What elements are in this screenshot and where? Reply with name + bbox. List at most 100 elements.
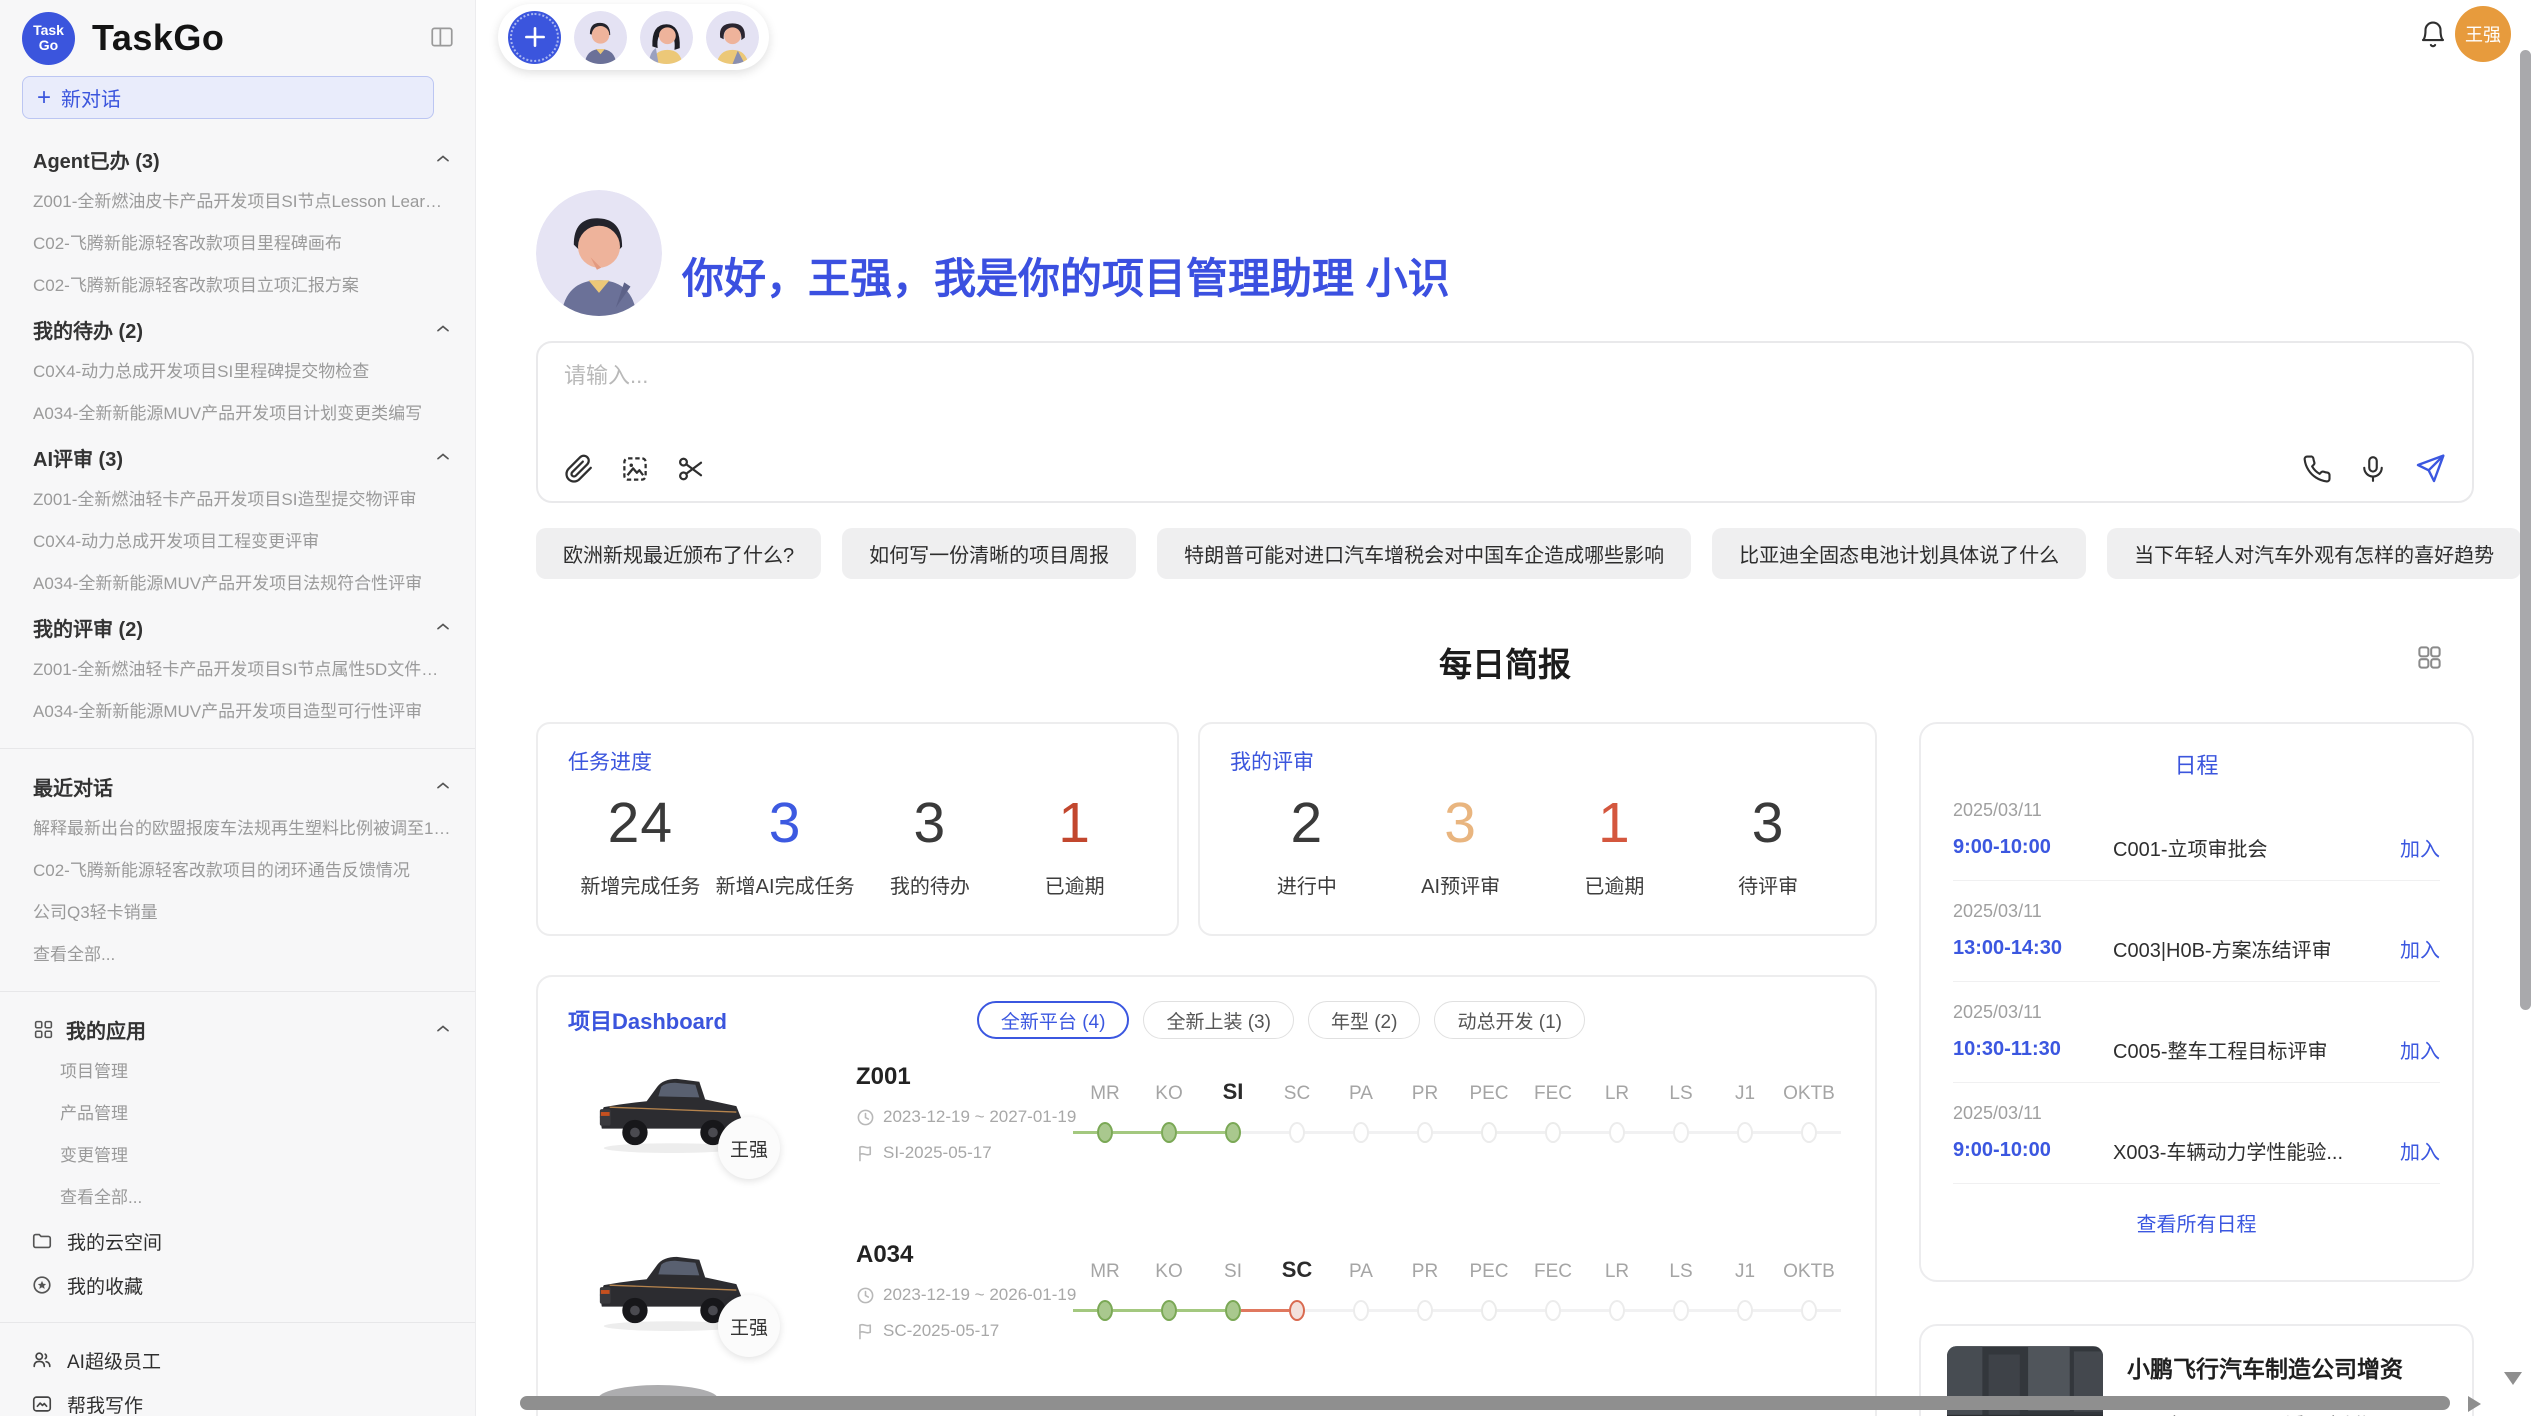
- stat-label: 待评审: [1691, 870, 1845, 899]
- chevron-up-icon[interactable]: [433, 776, 453, 802]
- sidebar-item-ai-super-staff[interactable]: AI超级员工: [0, 1338, 475, 1382]
- suggestion-chip[interactable]: 比亚迪全固态电池计划具体说了什么: [1712, 528, 2086, 579]
- list-item[interactable]: 解释最新出台的欧盟报废车法规再生塑料比例被调至15%...: [0, 808, 475, 850]
- list-item[interactable]: C0X4-动力总成开发项目SI里程碑提交物检查: [0, 351, 475, 393]
- scroll-right-arrow[interactable]: [2468, 1396, 2481, 1412]
- add-agent-button[interactable]: [508, 11, 561, 64]
- stat: 3 AI预评审: [1384, 790, 1538, 899]
- chat-input[interactable]: [564, 363, 2446, 389]
- stat-value: 3: [858, 790, 1003, 856]
- list-item[interactable]: C0X4-动力总成开发项目工程变更评审: [0, 521, 475, 563]
- milestone-MR: MR: [1073, 1077, 1137, 1147]
- project-row[interactable]: 王强 Z001 2023-12-19 ~ 2027-01-19 SI-2025-…: [568, 1055, 1845, 1217]
- sidebar-item-change-mgmt[interactable]: 变更管理: [0, 1135, 475, 1177]
- list-item[interactable]: Z001-全新燃油皮卡产品开发项目SI节点Lesson Learn报告: [0, 181, 475, 223]
- section-ai-review[interactable]: AI评审 (3): [0, 435, 475, 479]
- milestone-PEC: PEC: [1457, 1255, 1521, 1325]
- list-item[interactable]: C02-飞腾新能源轻客改款项目立项汇报方案: [0, 265, 475, 307]
- vertical-scrollbar[interactable]: [2520, 50, 2531, 1010]
- section-my-apps[interactable]: 我的应用: [0, 1007, 475, 1051]
- chevron-up-icon[interactable]: [433, 1019, 453, 1045]
- apps-grid-icon: [33, 1019, 54, 1040]
- send-icon[interactable]: [2414, 453, 2446, 485]
- microphone-icon[interactable]: [2358, 454, 2388, 484]
- notifications-bell-icon[interactable]: [2418, 20, 2448, 55]
- filter-tab[interactable]: 全新平台 (4): [977, 1001, 1130, 1039]
- sidebar-item-project-mgmt[interactable]: 项目管理: [0, 1051, 475, 1093]
- join-link[interactable]: 加入: [2400, 1136, 2440, 1165]
- agent-avatar-1[interactable]: [574, 11, 627, 64]
- suggestion-chip[interactable]: 欧洲新规最近颁布了什么?: [536, 528, 821, 579]
- project-owner-badge: 王强: [718, 1117, 780, 1179]
- section-title: 最近对话: [33, 772, 113, 801]
- sidebar-item-help-me-write[interactable]: 帮我写作: [0, 1382, 475, 1416]
- section-recent-chats[interactable]: 最近对话: [0, 764, 475, 808]
- dashboard-title: 项目Dashboard: [568, 1004, 727, 1036]
- sidebar-body: Agent已办 (3) Z001-全新燃油皮卡产品开发项目SI节点Lesson …: [0, 119, 475, 1416]
- agent-avatar-3[interactable]: [706, 11, 759, 64]
- paperclip-icon[interactable]: [564, 454, 594, 484]
- new-chat-button[interactable]: + 新对话: [22, 76, 434, 119]
- chevron-up-icon[interactable]: [433, 149, 453, 175]
- join-link[interactable]: 加入: [2400, 833, 2440, 862]
- filter-tab[interactable]: 动总开发 (1): [1434, 1001, 1585, 1039]
- list-item[interactable]: A034-全新新能源MUV产品开发项目法规符合性评审: [0, 563, 475, 605]
- view-all-chats[interactable]: 查看全部...: [0, 934, 475, 976]
- phone-call-icon[interactable]: [2302, 454, 2332, 484]
- milestone-OKTB: OKTB: [1777, 1077, 1841, 1147]
- list-item[interactable]: Z001-全新燃油轻卡产品开发项目SI造型提交物评审: [0, 479, 475, 521]
- list-item[interactable]: C02-飞腾新能源轻客改款项目的闭环通告反馈情况: [0, 850, 475, 892]
- section-my-todo[interactable]: 我的待办 (2): [0, 307, 475, 351]
- join-link[interactable]: 加入: [2400, 1035, 2440, 1064]
- suggestion-chip[interactable]: 当下年轻人对汽车外观有怎样的喜好趋势: [2107, 528, 2521, 579]
- scissors-icon[interactable]: [676, 454, 706, 484]
- view-all-schedule-link[interactable]: 查看所有日程: [1953, 1208, 2440, 1237]
- filter-tab[interactable]: 全新上装 (3): [1143, 1001, 1294, 1039]
- suggestion-chip[interactable]: 如何写一份清晰的项目周报: [842, 528, 1136, 579]
- user-avatar[interactable]: 王强: [2455, 6, 2511, 62]
- schedule-event: C005-整车工程目标评审: [2113, 1035, 2400, 1064]
- milestone-KO: KO: [1137, 1255, 1201, 1325]
- suggestion-chip[interactable]: 特朗普可能对进口汽车增税会对中国车企造成哪些影响: [1157, 528, 1691, 579]
- section-agent-done[interactable]: Agent已办 (3): [0, 137, 475, 181]
- list-item[interactable]: A034-全新新能源MUV产品开发项目计划变更类编写: [0, 393, 475, 435]
- sidebar-item-product-mgmt[interactable]: 产品管理: [0, 1093, 475, 1135]
- horizontal-scrollbar[interactable]: [520, 1396, 2450, 1410]
- divider: [0, 991, 475, 992]
- view-all-apps[interactable]: 查看全部...: [0, 1177, 475, 1219]
- chevron-up-icon[interactable]: [433, 617, 453, 643]
- project-dates: 2023-12-19 ~ 2026-01-19: [883, 1285, 1076, 1305]
- app-logo: Task Go: [22, 12, 75, 65]
- list-item[interactable]: Z001-全新燃油轻卡产品开发项目SI节点属性5D文件评审: [0, 649, 475, 691]
- agent-avatar-2[interactable]: [640, 11, 693, 64]
- app-title: TaskGo: [92, 17, 224, 59]
- clock-icon: [856, 1286, 875, 1305]
- section-my-review[interactable]: 我的评审 (2): [0, 605, 475, 649]
- filter-tab[interactable]: 年型 (2): [1308, 1001, 1421, 1039]
- milestone-FEC: FEC: [1521, 1077, 1585, 1147]
- layout-grid-icon[interactable]: [2416, 644, 2443, 676]
- collapse-sidebar-icon[interactable]: [429, 24, 455, 55]
- project-row[interactable]: 王强 A034 2023-12-19 ~ 2026-01-19 SC-2025-…: [568, 1233, 1845, 1395]
- milestone-LS: LS: [1649, 1077, 1713, 1147]
- schedule-time: 9:00-10:00: [1953, 836, 2113, 859]
- section-title: Agent已办 (3): [33, 145, 160, 174]
- stat: 1 已逾期: [1002, 790, 1147, 899]
- section-title: AI评审 (3): [33, 443, 123, 472]
- sidebar-item-label: 我的云空间: [67, 1228, 162, 1255]
- scroll-down-arrow[interactable]: [2504, 1372, 2522, 1385]
- sidebar-item-favorites[interactable]: 我的收藏: [0, 1263, 475, 1307]
- list-item[interactable]: C02-飞腾新能源轻客改款项目里程碑画布: [0, 223, 475, 265]
- list-item[interactable]: 公司Q3轻卡销量: [0, 892, 475, 934]
- list-item[interactable]: A034-全新新能源MUV产品开发项目造型可行性评审: [0, 691, 475, 733]
- project-flag-milestone: SI-2025-05-17: [883, 1143, 992, 1163]
- schedule-event: C001-立项审批会: [2113, 833, 2400, 862]
- chevron-up-icon[interactable]: [433, 447, 453, 473]
- chevron-up-icon[interactable]: [433, 319, 453, 345]
- milestone-MR: MR: [1073, 1255, 1137, 1325]
- project-name: A034: [856, 1241, 1076, 1269]
- image-upload-icon[interactable]: [620, 454, 650, 484]
- flag-icon: [856, 1144, 875, 1163]
- sidebar-item-cloud-space[interactable]: 我的云空间: [0, 1219, 475, 1263]
- join-link[interactable]: 加入: [2400, 934, 2440, 963]
